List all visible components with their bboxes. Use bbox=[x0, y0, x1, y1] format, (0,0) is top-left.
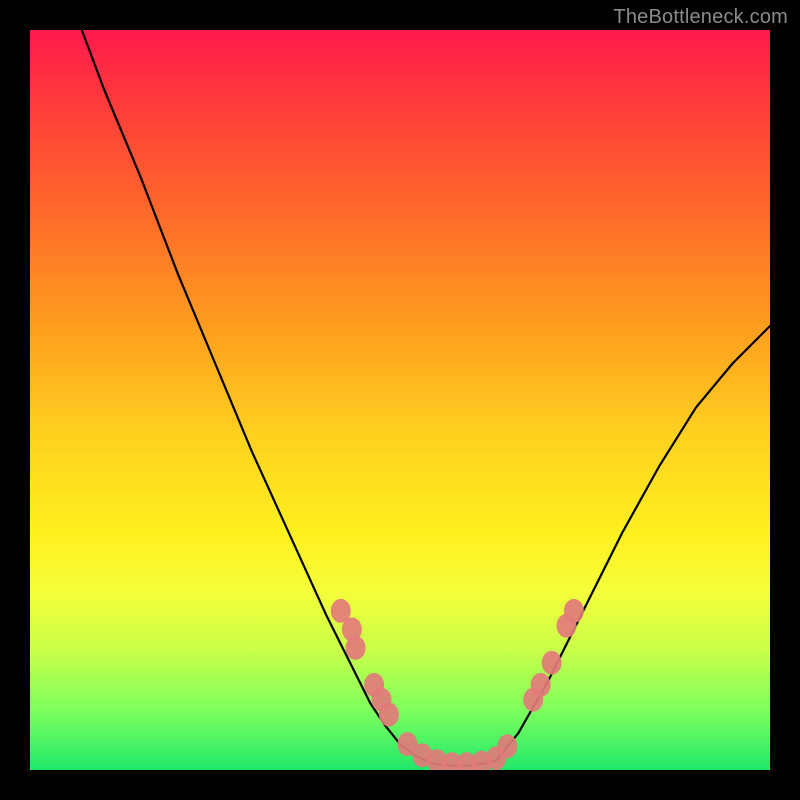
chart-stage: TheBottleneck.com bbox=[0, 0, 800, 800]
plot-area bbox=[30, 30, 770, 770]
marker-point bbox=[531, 673, 551, 697]
marker-point bbox=[497, 734, 517, 758]
attribution-watermark: TheBottleneck.com bbox=[613, 6, 788, 29]
marker-layer bbox=[331, 599, 584, 770]
marker-point bbox=[564, 599, 584, 623]
marker-point bbox=[542, 651, 562, 675]
marker-point bbox=[346, 636, 366, 660]
curve-layer bbox=[82, 30, 770, 766]
marker-point bbox=[379, 703, 399, 727]
bottleneck-curve bbox=[82, 30, 770, 766]
plot-svg bbox=[30, 30, 770, 770]
